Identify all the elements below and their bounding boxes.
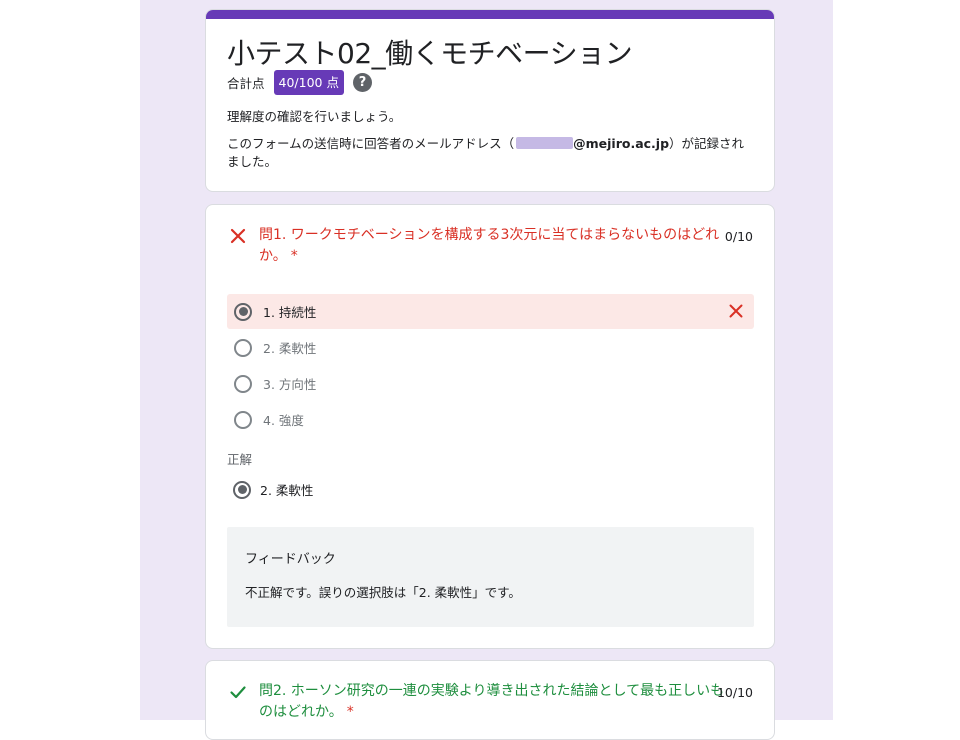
- email-domain: @mejiro.ac.jp: [573, 136, 670, 151]
- question-points: 0/10: [724, 229, 753, 244]
- header-accent-bar: [206, 10, 774, 19]
- option-label: 4. 強度: [263, 413, 304, 428]
- help-circle-icon[interactable]: ?: [352, 72, 372, 92]
- form-description: 理解度の確認を行いましょう。: [227, 109, 402, 124]
- radio-dot: [237, 485, 247, 494]
- feedback-text: 不正解です。誤りの選択肢は「2. 柔軟性」です。: [245, 585, 521, 600]
- question-points: 10/10: [716, 685, 753, 700]
- wrong-answer-x-icon: [729, 304, 743, 318]
- incorrect-x-icon: [230, 228, 246, 244]
- radio-empty-icon[interactable]: [234, 338, 252, 357]
- question-card-1: 問1. ワークモチベーションを構成する3次元に当てはまらないものはどれか。 * 0…: [205, 204, 775, 649]
- redacted-email-user: [516, 137, 574, 149]
- form-title: 小テスト02_働くモチベーション: [227, 37, 633, 70]
- total-score-label: 合計点: [227, 75, 265, 91]
- question-title: 問2. ホーソン研究の一連の実験より導き出された結論として最も正しいものはどれか…: [259, 681, 729, 723]
- radio-selected-icon[interactable]: [234, 302, 252, 321]
- question-text: 問1. ワークモチベーションを構成する3次元に当てはまらないものはどれか。: [259, 227, 720, 264]
- form-header-card: 小テスト02_働くモチベーション 合計点 40/100 点 ? 理解度の確認を行…: [205, 9, 775, 192]
- question-title: 問1. ワークモチベーションを構成する3次元に当てはまらないものはどれか。 *: [259, 225, 729, 267]
- question-text: 問2. ホーソン研究の一連の実験より導き出された結論として最も正しいものはどれか…: [259, 683, 725, 720]
- correct-check-icon: [230, 686, 246, 699]
- option-label: 1. 持続性: [263, 305, 317, 320]
- option-label: 2. 柔軟性: [263, 341, 317, 356]
- radio-selected-icon: [233, 480, 251, 499]
- email-note-before: このフォームの送信時に回答者のメールアドレス（: [227, 136, 515, 151]
- email-recorded-note: このフォームの送信時に回答者のメールアドレス（ @mejiro.ac.jp）が記録…: [227, 135, 752, 171]
- total-score-row: 合計点 40/100 点 ?: [227, 69, 372, 95]
- feedback-title: フィードバック: [245, 552, 336, 567]
- option-2[interactable]: 2. 柔軟性: [227, 330, 754, 365]
- option-4[interactable]: 4. 強度: [227, 402, 754, 437]
- option-label: 3. 方向性: [263, 377, 317, 392]
- option-3[interactable]: 3. 方向性: [227, 366, 754, 401]
- radio-dot: [238, 307, 248, 316]
- correct-answer-option: 2. 柔軟性: [227, 472, 754, 507]
- total-score-badge: 40/100 点: [273, 69, 344, 95]
- question-card-2: 問2. ホーソン研究の一連の実験より導き出された結論として最も正しいものはどれか…: [205, 660, 775, 740]
- radio-empty-icon[interactable]: [234, 374, 252, 393]
- radio-empty-icon[interactable]: [234, 410, 252, 429]
- feedback-box: フィードバック 不正解です。誤りの選択肢は「2. 柔軟性」です。: [227, 527, 754, 627]
- required-asterisk: *: [290, 248, 298, 264]
- correct-answer-heading: 正解: [227, 452, 253, 467]
- required-asterisk: *: [346, 704, 354, 720]
- option-1-selected-wrong[interactable]: 1. 持続性: [227, 294, 754, 329]
- correct-answer-label: 2. 柔軟性: [260, 483, 314, 498]
